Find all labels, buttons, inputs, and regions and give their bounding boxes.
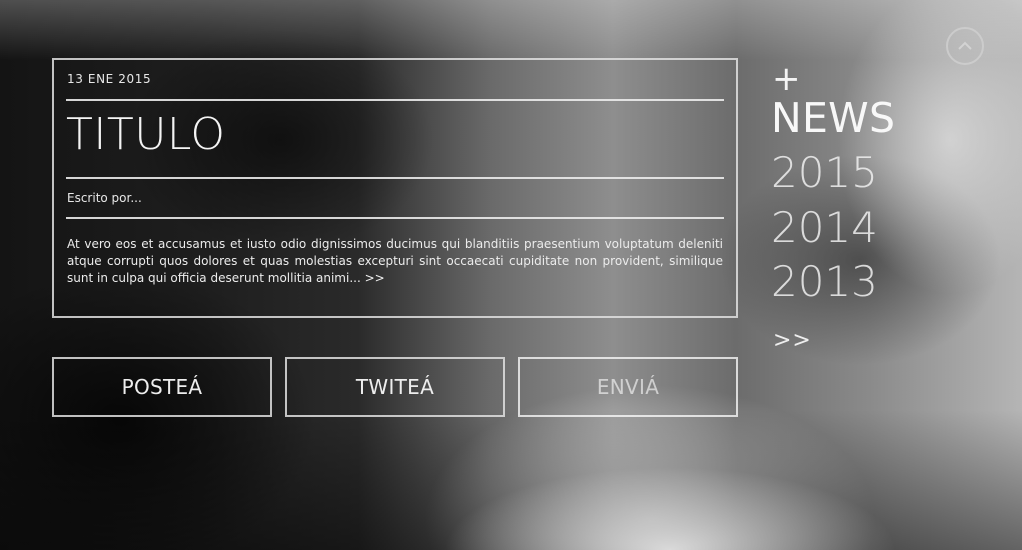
send-button[interactable]: ENVIÁ [518, 357, 738, 417]
article-excerpt: At vero eos et accusamus et iusto odio d… [67, 236, 723, 287]
article-excerpt-text: At vero eos et accusamus et iusto odio d… [67, 237, 723, 285]
article-card: 13 ENE 2015 TITULO Escrito por... At ver… [52, 58, 738, 318]
background-highlight [430, 420, 1022, 550]
article-title[interactable]: TITULO [66, 108, 226, 162]
read-more-link[interactable]: >> [365, 271, 385, 285]
divider [66, 177, 724, 179]
plus-icon: + [772, 59, 801, 99]
page-background: 13 ENE 2015 TITULO Escrito por... At ver… [0, 0, 1022, 550]
article-date: 13 ENE 2015 [67, 72, 152, 86]
scroll-up-button[interactable] [946, 27, 984, 65]
divider [66, 99, 724, 101]
year-link-2014[interactable]: 2014 [771, 205, 878, 251]
year-link-2013[interactable]: 2013 [771, 259, 878, 305]
background-shade-top [0, 0, 1022, 60]
more-years-link[interactable]: >> [773, 328, 812, 353]
divider [66, 217, 724, 219]
article-author: Escrito por... [67, 191, 142, 205]
news-heading[interactable]: NEWS [771, 96, 895, 140]
tweet-button[interactable]: TWITEÁ [285, 357, 505, 417]
post-button[interactable]: POSTEÁ [52, 357, 272, 417]
chevron-up-icon [958, 41, 972, 50]
year-link-2015[interactable]: 2015 [771, 150, 878, 196]
